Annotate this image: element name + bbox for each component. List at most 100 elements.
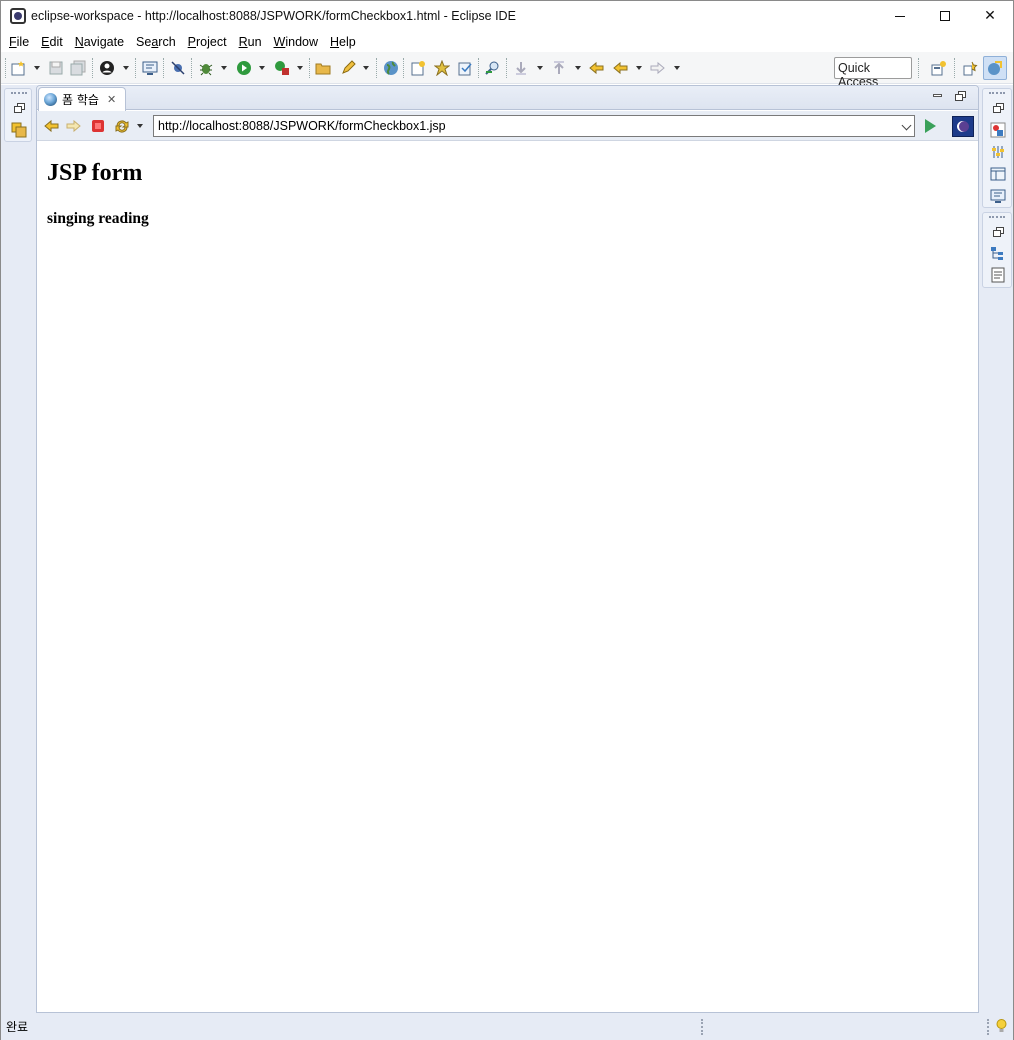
tab-form-study[interactable]: 폼 학습 ✕: [38, 87, 126, 111]
new-icon[interactable]: [11, 60, 27, 76]
next-annotation-icon[interactable]: [513, 60, 529, 76]
new-servlet-icon[interactable]: [434, 60, 450, 76]
forward-icon[interactable]: [650, 60, 666, 76]
trim-handle[interactable]: [11, 92, 27, 94]
menu-navigate[interactable]: Navigate: [69, 35, 130, 49]
open-folder-icon[interactable]: [315, 60, 331, 76]
tab-label: 폼 학습: [62, 93, 99, 107]
menu-file[interactable]: File: [3, 35, 35, 49]
toolbar-separator: [403, 58, 404, 78]
menu-edit[interactable]: Edit: [35, 35, 69, 49]
toolbar-separator: [918, 58, 919, 78]
refresh-icon[interactable]: [114, 118, 130, 134]
debug-dropdown-icon[interactable]: [221, 66, 227, 70]
forward-dropdown-icon[interactable]: [674, 66, 680, 70]
minimize-panel-icon[interactable]: [933, 94, 942, 97]
skip-breakpoints-icon[interactable]: [170, 60, 186, 76]
prev-annotation-icon[interactable]: [551, 60, 567, 76]
close-button[interactable]: ✕: [967, 1, 1013, 31]
search-tool-icon[interactable]: [485, 60, 501, 76]
package-explorer-icon[interactable]: [11, 122, 27, 138]
toolbar-separator: [954, 58, 955, 78]
window-title: eclipse-workspace - http://localhost:808…: [31, 9, 516, 23]
save-all-icon[interactable]: [70, 60, 86, 76]
properties-icon[interactable]: [990, 144, 1006, 160]
toolbar-separator: [191, 58, 192, 78]
external-tools-icon[interactable]: [274, 60, 290, 76]
maximize-button[interactable]: [922, 1, 968, 31]
eclipse-window: eclipse-workspace - http://localhost:808…: [0, 0, 1014, 1040]
new-jsp-icon[interactable]: [410, 60, 426, 76]
close-icon: ✕: [984, 8, 996, 24]
toolbar-separator: [478, 58, 479, 78]
right-trim-stack-bottom: [982, 212, 1012, 288]
maximize-panel-icon[interactable]: [955, 91, 966, 101]
left-trim-stack: [4, 88, 32, 142]
profile-icon[interactable]: [99, 60, 115, 76]
restore-icon[interactable]: [14, 103, 25, 113]
open-perspective-icon[interactable]: [931, 60, 947, 76]
outline-icon[interactable]: [990, 122, 1006, 138]
task-list-icon[interactable]: [990, 267, 1006, 283]
workbench: 폼 학습 ✕ http://localhost:8088/JSPWORK/for…: [1, 85, 1013, 1013]
trim-handle[interactable]: [989, 92, 1005, 94]
menu-search[interactable]: Search: [130, 35, 182, 49]
eclipse-browser-icon[interactable]: [952, 116, 974, 137]
restore-icon[interactable]: [993, 227, 1004, 237]
console-icon[interactable]: [142, 60, 158, 76]
pencil-icon[interactable]: [340, 60, 356, 76]
run-icon[interactable]: [236, 60, 252, 76]
browser-back-icon[interactable]: [43, 118, 59, 134]
status-separator: [987, 1019, 989, 1035]
globe-icon[interactable]: [383, 60, 399, 76]
pencil-dropdown-icon[interactable]: [363, 66, 369, 70]
menu-run[interactable]: Run: [233, 35, 268, 49]
servers-icon[interactable]: [990, 166, 1006, 182]
url-text: http://localhost:8088/JSPWORK/formCheckb…: [158, 119, 446, 133]
console-view-icon[interactable]: [990, 188, 1006, 204]
stop-icon[interactable]: [91, 119, 105, 133]
globe-icon: [44, 93, 57, 106]
minimize-button[interactable]: [877, 1, 923, 31]
maximize-icon: [940, 11, 950, 21]
url-input[interactable]: http://localhost:8088/JSPWORK/formCheckb…: [153, 115, 915, 137]
browser-forward-icon[interactable]: [66, 118, 82, 134]
menu-help[interactable]: Help: [324, 35, 362, 49]
tab-close-icon[interactable]: ✕: [107, 93, 116, 106]
menu-project[interactable]: Project: [182, 35, 233, 49]
next-annotation-dropdown-icon[interactable]: [537, 66, 543, 70]
menu-bar: File Edit Navigate Search Project Run Wi…: [1, 31, 1013, 52]
new-file-icon[interactable]: [457, 60, 473, 76]
back-dropdown-icon[interactable]: [636, 66, 642, 70]
save-icon[interactable]: [48, 60, 64, 76]
url-history-chevron-icon[interactable]: [901, 120, 912, 131]
prev-annotation-dropdown-icon[interactable]: [575, 66, 581, 70]
minimize-icon: [895, 15, 905, 17]
menu-window[interactable]: Window: [268, 35, 324, 49]
toolbar-separator: [376, 58, 377, 78]
restore-icon[interactable]: [993, 103, 1004, 113]
run-dropdown-icon[interactable]: [259, 66, 265, 70]
refresh-dropdown-icon[interactable]: [137, 124, 143, 128]
web-perspective-button[interactable]: [983, 56, 1007, 80]
browser-page-content: JSP form singing reading: [37, 142, 978, 1012]
status-bar: 완료: [1, 1013, 1013, 1040]
trim-handle[interactable]: [989, 216, 1005, 218]
last-edit-icon[interactable]: [588, 60, 604, 76]
lightbulb-icon[interactable]: [996, 1019, 1007, 1034]
status-text: 완료: [6, 1020, 29, 1034]
outline-tree-icon[interactable]: [990, 246, 1006, 262]
back-icon[interactable]: [612, 60, 628, 76]
main-toolbar: Quick Access: [1, 52, 1013, 89]
toolbar-separator: [92, 58, 93, 78]
go-icon[interactable]: [925, 119, 936, 133]
java-ee-perspective-icon[interactable]: [962, 60, 978, 76]
external-tools-dropdown-icon[interactable]: [297, 66, 303, 70]
checkbox-result-text: singing reading: [47, 210, 149, 227]
status-separator: [701, 1019, 703, 1035]
debug-icon[interactable]: [198, 60, 214, 76]
quick-access-input[interactable]: Quick Access: [834, 57, 912, 89]
page-heading: JSP form: [47, 160, 143, 186]
profile-dropdown-icon[interactable]: [123, 66, 129, 70]
new-dropdown-icon[interactable]: [34, 66, 40, 70]
